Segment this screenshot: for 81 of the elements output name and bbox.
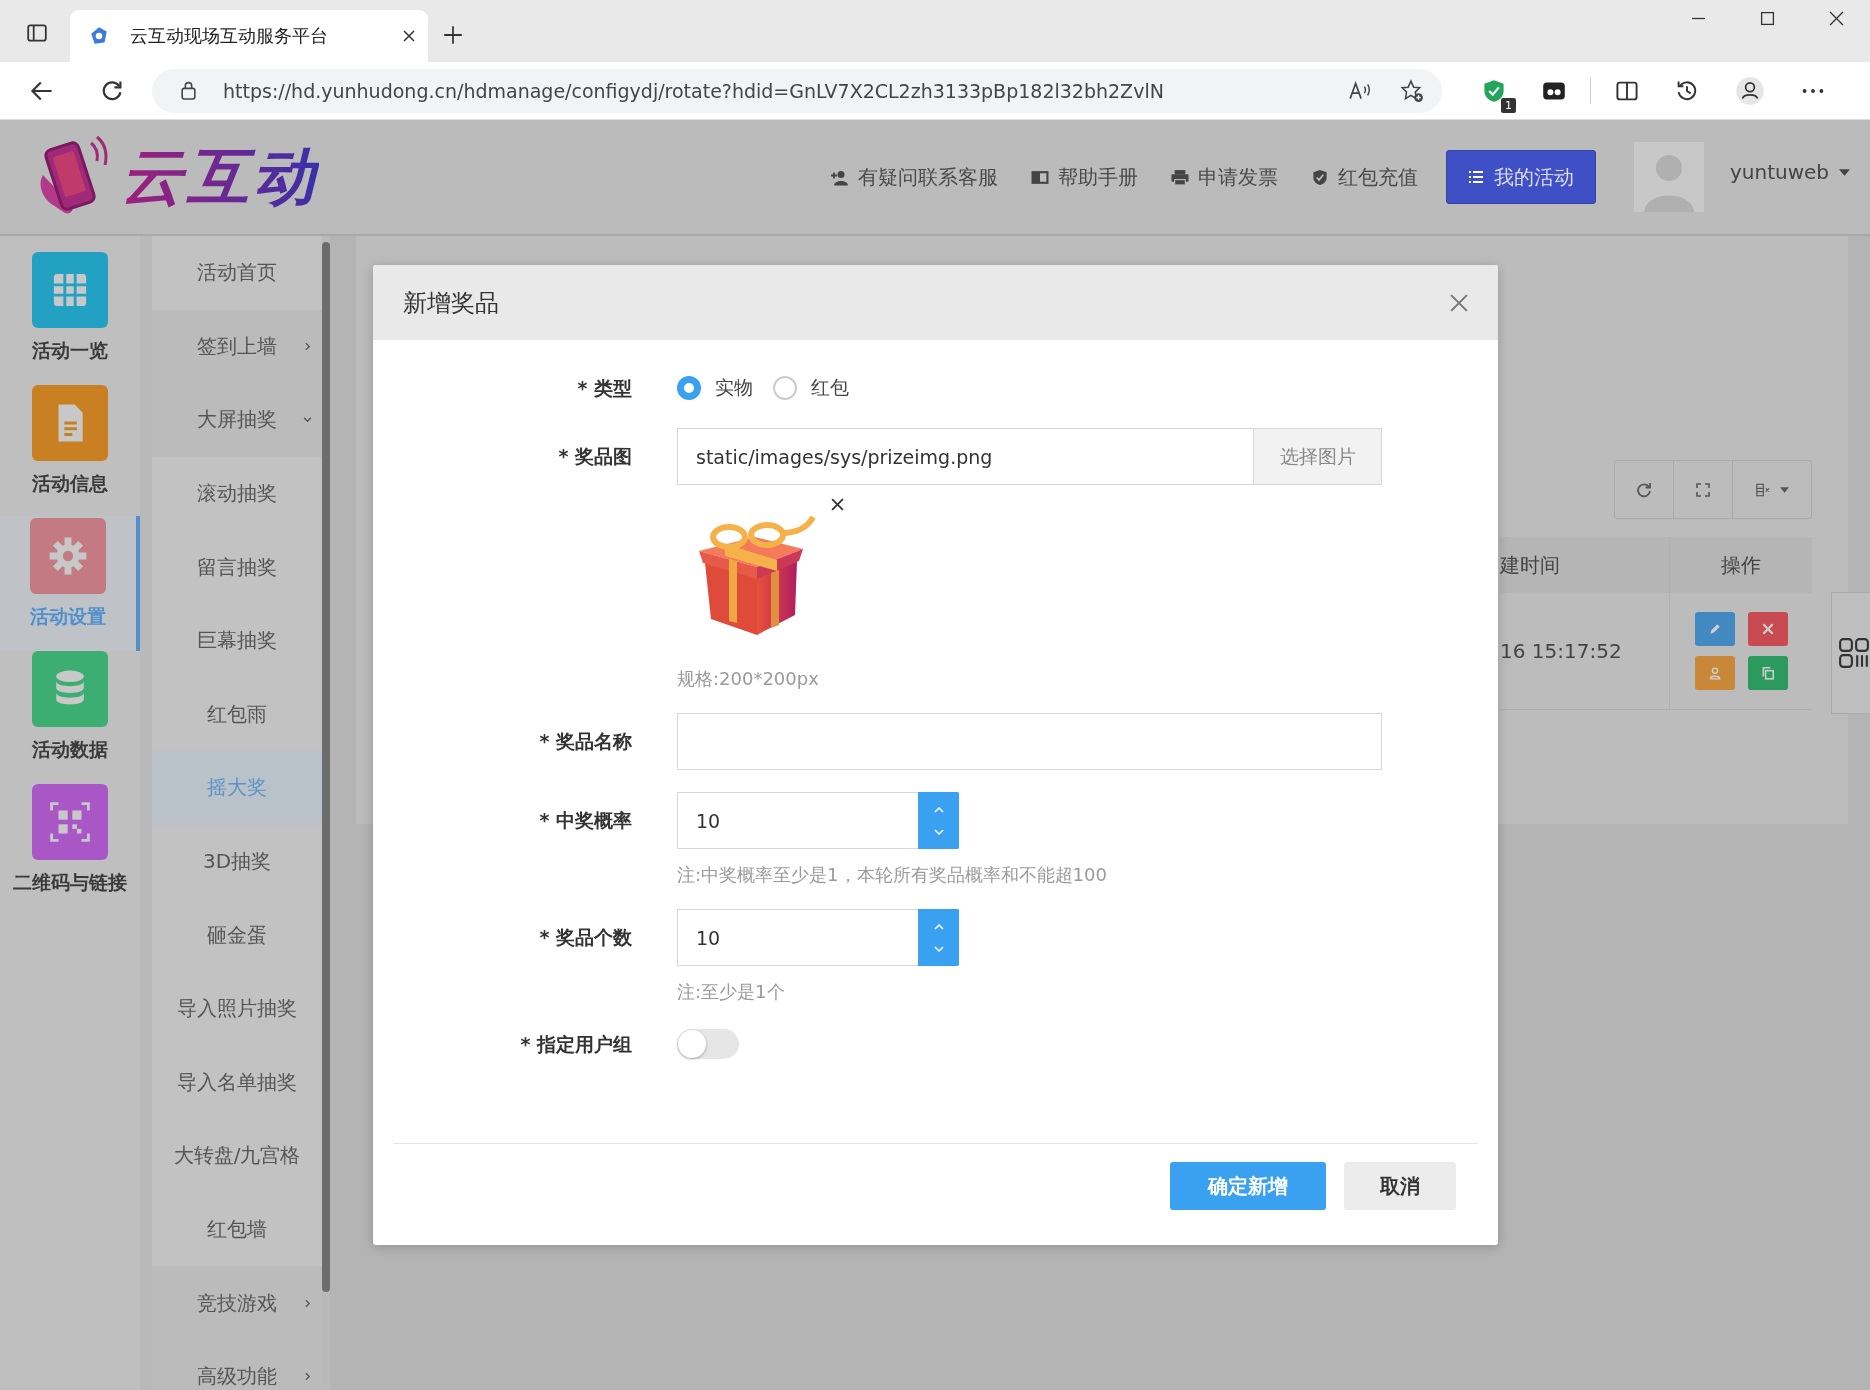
profile-icon[interactable] [1735, 75, 1765, 106]
address-bar[interactable]: https://hd.yunhudong.cn/hdmanage/configydj/rotate?hdid=GnLV7X2CL2zh3133pBp182l32bh2ZvlN [152, 68, 1442, 113]
fullscreen-icon [1694, 481, 1712, 498]
delete-button[interactable] [1747, 612, 1788, 646]
header-link[interactable]: 红包充值 [1309, 163, 1418, 191]
history-icon[interactable] [1675, 78, 1699, 103]
close-icon[interactable] [402, 29, 416, 43]
copy-icon [1760, 666, 1775, 680]
confirm-button[interactable]: 确定新增 [1170, 1162, 1326, 1210]
chevron-right-icon [303, 1298, 312, 1308]
submenu-item[interactable]: 导入照片抽奖 [152, 971, 322, 1046]
chevron-down-icon [303, 415, 312, 425]
radio-button[interactable] [677, 376, 701, 400]
my-activities-button[interactable]: 我的活动 [1445, 150, 1596, 204]
image-path-field[interactable]: static/images/sys/prizeimg.png [677, 428, 1254, 485]
field-label: * 指定用户组 [519, 1032, 632, 1057]
radio-option[interactable]: 红包 [773, 375, 849, 401]
field-label: * 中奖概率 [538, 808, 632, 833]
field-label: * 奖品图 [557, 444, 632, 469]
number-field[interactable]: 10 [677, 792, 959, 849]
submenu-item[interactable]: 活动首页 [152, 236, 322, 310]
chevron-right-icon [303, 341, 312, 351]
submenu-item[interactable]: 导入名单抽奖 [152, 1045, 322, 1120]
header-link[interactable]: 申请发票 [1169, 163, 1278, 191]
favorite-add-icon[interactable] [1400, 78, 1424, 103]
close-icon[interactable] [1829, 10, 1844, 26]
remove-icon[interactable] [831, 498, 844, 511]
choose-image-button[interactable]: 选择图片 [1254, 428, 1382, 485]
pencil-icon [1707, 622, 1722, 636]
printer-icon [1169, 168, 1190, 186]
person-icon [1707, 666, 1722, 680]
hint-text: 注:中奖概率至少是1，本轮所有奖品概率和不能超100 [677, 863, 1108, 887]
lock-icon [180, 81, 197, 100]
extension-badge: 1 [1501, 97, 1516, 113]
sidebar-item[interactable]: 二维码与链接 [0, 782, 140, 917]
sidebar-item[interactable]: 活动一览 [0, 250, 140, 385]
submenu-item[interactable]: 红包墙 [152, 1192, 322, 1267]
reload-icon[interactable] [100, 78, 124, 103]
submenu-item[interactable]: 3D抽奖 [152, 824, 322, 899]
caret-icon [1779, 486, 1789, 493]
user-menu[interactable]: yuntuweb [1729, 160, 1850, 184]
tab-actions-icon[interactable] [26, 22, 48, 44]
table-cell: 16 15:17:52 [1500, 593, 1669, 710]
shield-icon[interactable] [1482, 78, 1506, 103]
chevron-right-icon [303, 1372, 312, 1382]
sidebar-item[interactable]: 活动数据 [0, 649, 140, 784]
field-label: * 奖品名称 [538, 729, 632, 754]
header-link[interactable]: 帮助手册 [1029, 163, 1138, 191]
scrollbar[interactable] [322, 242, 330, 1292]
submenu-item[interactable]: 巨幕抽奖 [152, 603, 322, 678]
side-menu-button[interactable] [1831, 592, 1870, 714]
radio-option[interactable]: 实物 [677, 375, 753, 401]
submenu-item[interactable]: 滚动抽奖 [152, 456, 322, 531]
caret-icon [1839, 168, 1850, 176]
column-header: 建时间 [1500, 537, 1669, 593]
column-header: 操作 [1669, 537, 1812, 593]
radio-button[interactable] [773, 376, 797, 400]
dialog-title: 新增奖品 [403, 287, 499, 319]
submenu-item[interactable]: 砸金蛋 [152, 898, 322, 972]
maximize-icon[interactable] [1760, 10, 1775, 26]
user-plus-icon [829, 168, 850, 186]
hint-text: 规格:200*200px [677, 667, 820, 691]
field-label: * 奖品个数 [538, 925, 632, 950]
list-icon [1467, 170, 1484, 184]
cancel-button[interactable]: 取消 [1344, 1162, 1456, 1210]
submenu-item[interactable]: 留言抽奖 [152, 530, 322, 604]
new-tab-icon[interactable] [442, 24, 464, 46]
submenu-item[interactable]: 大转盘/九宫格 [152, 1119, 322, 1193]
prize-name-field[interactable] [677, 713, 1382, 770]
grid-icon [1838, 637, 1870, 669]
book-icon [1029, 168, 1050, 186]
close-icon [1760, 622, 1775, 636]
browser-tab[interactable]: 云互动现场互动服务平台 [70, 10, 428, 62]
refresh-icon [1635, 481, 1653, 498]
number-field[interactable]: 10 [677, 909, 959, 966]
sidebar-item[interactable]: 活动信息 [0, 383, 140, 518]
submenu-item[interactable]: 红包雨 [152, 677, 322, 752]
toggle-switch[interactable] [677, 1029, 739, 1059]
hint-text: 注:至少是1个 [677, 980, 786, 1004]
field-label: * 类型 [576, 376, 632, 401]
header-link[interactable]: 有疑问联系客服 [829, 163, 998, 191]
